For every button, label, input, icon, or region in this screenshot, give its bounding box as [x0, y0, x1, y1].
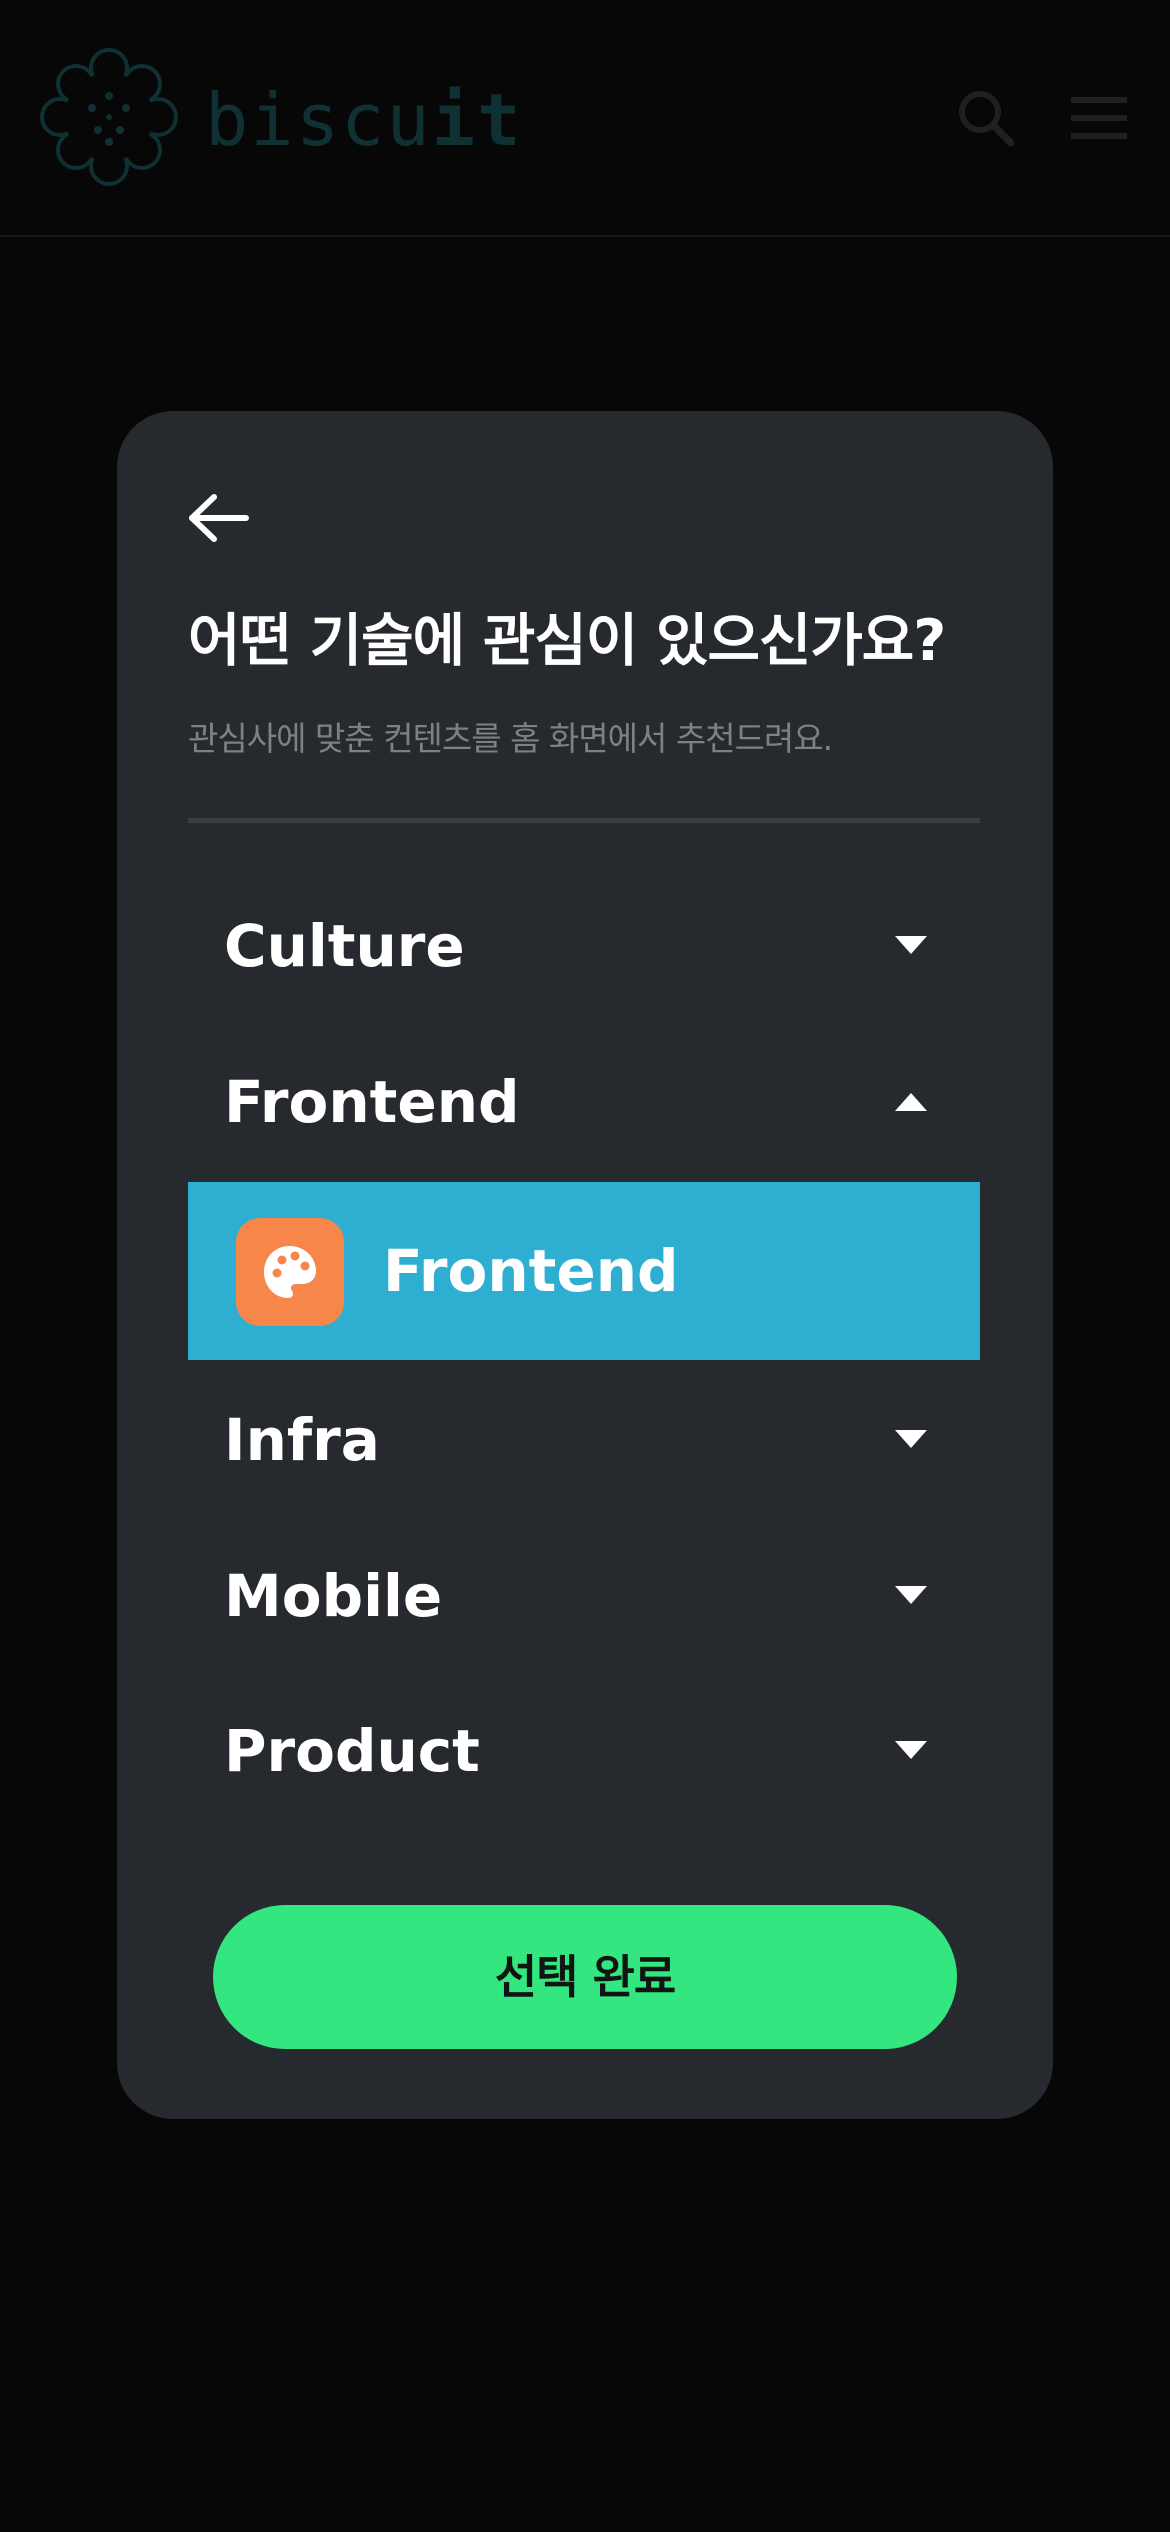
logo-wordmark[interactable]: biscuit — [205, 80, 522, 160]
chevron-up-icon — [895, 1093, 927, 1111]
chevron-down-icon — [895, 1430, 927, 1448]
arrow-left-icon — [189, 494, 249, 542]
back-button[interactable] — [188, 493, 250, 543]
category-mobile[interactable]: Mobile — [188, 1536, 980, 1656]
interest-selection-modal: 어떤 기술에 관심이 있으신가요? 관심사에 맞춘 컨텐츠를 홈 화면에서 추천… — [117, 411, 1053, 2119]
search-icon — [959, 91, 1015, 147]
category-label: Frontend — [224, 1068, 520, 1136]
confirm-selection-button[interactable]: 선택 완료 — [213, 1905, 957, 2049]
category-frontend[interactable]: Frontend — [188, 1042, 980, 1162]
divider — [188, 818, 980, 823]
palette-icon — [264, 1246, 316, 1298]
logo-text-bold: it — [431, 78, 523, 162]
category-label: Infra — [224, 1406, 380, 1474]
category-product[interactable]: Product — [188, 1691, 980, 1811]
chevron-down-icon — [895, 936, 927, 954]
category-infra[interactable]: Infra — [188, 1380, 980, 1500]
sub-category-label: Frontend — [383, 1237, 679, 1305]
menu-button[interactable] — [1069, 95, 1129, 141]
app-header: biscuit — [0, 0, 1170, 237]
chevron-down-icon — [895, 1741, 927, 1759]
chevron-down-icon — [895, 1586, 927, 1604]
category-label: Culture — [224, 912, 465, 980]
category-culture[interactable]: Culture — [188, 886, 980, 1006]
category-label: Product — [224, 1717, 480, 1785]
sub-category-icon-box — [236, 1218, 344, 1326]
sub-category-frontend-selected[interactable]: Frontend — [188, 1182, 980, 1360]
search-button[interactable] — [956, 88, 1016, 148]
hamburger-menu-icon — [1071, 97, 1127, 139]
modal-subtitle: 관심사에 맞춘 컨텐츠를 홈 화면에서 추천드려요. — [188, 719, 833, 758]
category-label: Mobile — [224, 1562, 443, 1630]
modal-title: 어떤 기술에 관심이 있으신가요? — [188, 608, 946, 674]
biscuit-logo-icon[interactable] — [38, 46, 180, 188]
logo-text-light: biscu — [205, 78, 432, 162]
